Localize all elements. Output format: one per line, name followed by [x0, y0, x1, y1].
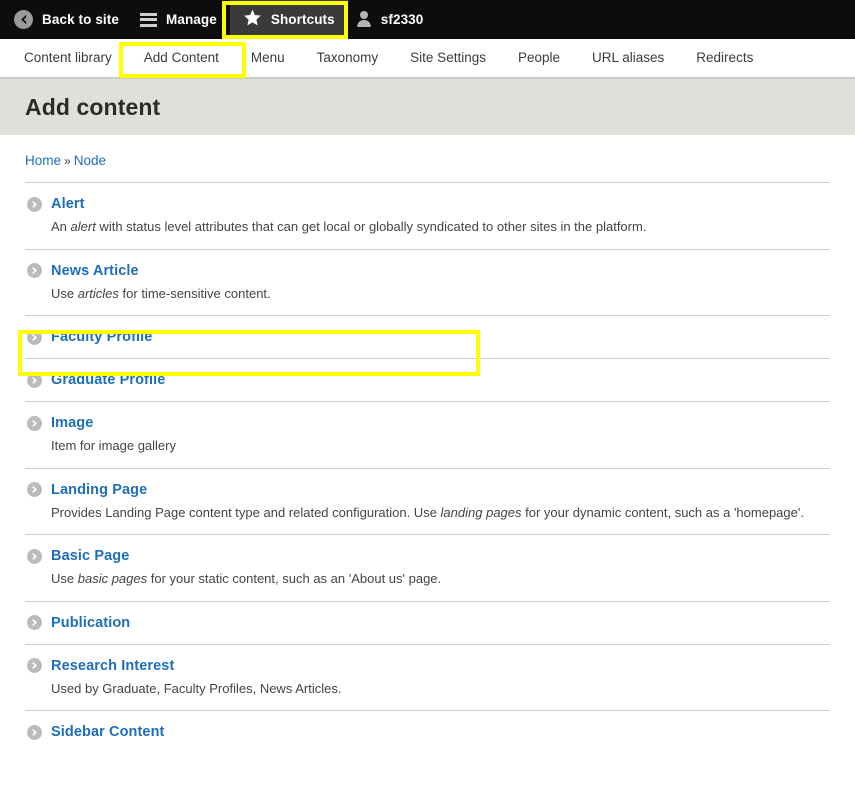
primary-tabs: Content library Add Content Menu Taxonom…: [0, 39, 855, 79]
content-type-link[interactable]: Graduate Profile: [51, 372, 165, 388]
content-type-link[interactable]: Image: [51, 415, 93, 431]
page-title: Add content: [25, 93, 161, 120]
content-type-list: Alert An alert with status level attribut…: [25, 182, 830, 753]
content-type-item: Faculty Profile: [25, 316, 830, 360]
content-type-header: Landing Page: [25, 482, 830, 498]
shortcuts-label: Shortcuts: [270, 12, 335, 27]
content-type-header: News Article: [25, 263, 830, 279]
content-type-header: Publication: [25, 615, 830, 631]
star-icon: [243, 9, 262, 30]
manage-button[interactable]: Manage: [132, 0, 230, 39]
content-type-description: Use articles for time-sensitive content.: [51, 285, 271, 301]
tab-taxonomy[interactable]: Taxonomy: [301, 38, 395, 78]
tab-site-settings[interactable]: Site Settings: [394, 38, 502, 78]
content-type-link[interactable]: News Article: [51, 263, 139, 279]
breadcrumb-node-link[interactable]: Node: [74, 153, 106, 168]
content-type-link[interactable]: Sidebar Content: [51, 724, 164, 740]
admin-toolbar: Back to site Manage Shortcuts sf2330: [0, 0, 855, 39]
user-name-label: sf2330: [380, 12, 424, 27]
breadcrumb-home-link[interactable]: Home: [25, 153, 61, 168]
manage-label: Manage: [165, 12, 217, 27]
shortcuts-button[interactable]: Shortcuts: [229, 0, 348, 39]
breadcrumb-separator: »: [64, 154, 71, 168]
chevron-right-icon: [27, 658, 42, 674]
content-type-description: Provides Landing Page content type and r…: [51, 504, 804, 520]
content-type-header: Graduate Profile: [25, 372, 830, 388]
chevron-right-icon: [27, 196, 42, 212]
tab-add-content[interactable]: Add Content: [128, 38, 235, 78]
main-content: Home» Node Alert An alert with status leve…: [0, 135, 855, 753]
content-type-header: Faculty Profile: [25, 329, 830, 345]
content-type-item: Publication: [25, 602, 830, 645]
content-type-description: Used by Graduate, Faculty Profiles, News…: [51, 680, 342, 696]
page-title-bar: Add content: [0, 79, 855, 135]
chevron-right-icon: [27, 548, 42, 564]
content-type-description: An alert with status level attributes th…: [51, 219, 647, 234]
chevron-right-icon: [27, 415, 42, 431]
content-type-header: Research Interest: [25, 658, 830, 674]
content-type-item: Landing Page Provides Landing Page conten…: [25, 469, 830, 536]
content-type-description: Item for image gallery: [51, 438, 176, 454]
content-type-link[interactable]: Publication: [51, 615, 130, 631]
tab-content-library[interactable]: Content library: [8, 38, 128, 78]
tab-menu[interactable]: Menu: [235, 38, 301, 78]
chevron-right-icon: [27, 263, 42, 279]
back-to-site-button[interactable]: Back to site: [6, 0, 132, 39]
content-type-item: Basic Page Use basic pages for your stati…: [25, 535, 830, 602]
content-type-item: News Article Use articles for time-sensit…: [25, 250, 830, 317]
content-type-header: Basic Page: [25, 548, 830, 564]
content-type-item: Image Item for image gallery: [25, 402, 830, 469]
back-arrow-icon: [14, 10, 33, 29]
tab-people[interactable]: People: [502, 38, 576, 78]
content-type-item: Research Interest Used by Graduate, Facul…: [25, 645, 830, 712]
content-type-link[interactable]: Landing Page: [51, 482, 147, 498]
content-type-item: Alert An alert with status level attribut…: [25, 183, 830, 250]
tab-redirects[interactable]: Redirects: [680, 38, 769, 78]
user-account-button[interactable]: sf2330: [348, 0, 437, 39]
chevron-right-icon: [27, 724, 42, 740]
chevron-right-icon: [27, 615, 42, 631]
user-avatar-icon: [356, 10, 372, 30]
chevron-right-icon: [27, 372, 42, 388]
content-type-header: Sidebar Content: [25, 724, 830, 740]
chevron-right-icon: [27, 329, 42, 345]
tab-url-aliases[interactable]: URL aliases: [576, 38, 680, 78]
content-type-header: Alert: [25, 196, 830, 212]
chevron-right-icon: [27, 482, 42, 498]
hamburger-menu-icon: [139, 12, 157, 27]
content-type-item: Sidebar Content: [25, 711, 830, 753]
content-type-item: Graduate Profile: [25, 359, 830, 403]
breadcrumb: Home» Node: [25, 135, 830, 182]
back-to-site-label: Back to site: [42, 12, 119, 27]
content-type-header: Image: [25, 415, 830, 431]
content-type-link[interactable]: Alert: [51, 196, 85, 212]
content-type-link[interactable]: Faculty Profile: [51, 329, 152, 345]
content-type-description: Use basic pages for your static content,…: [51, 571, 442, 587]
content-type-link[interactable]: Basic Page: [51, 548, 129, 564]
content-type-link[interactable]: Research Interest: [51, 658, 174, 674]
